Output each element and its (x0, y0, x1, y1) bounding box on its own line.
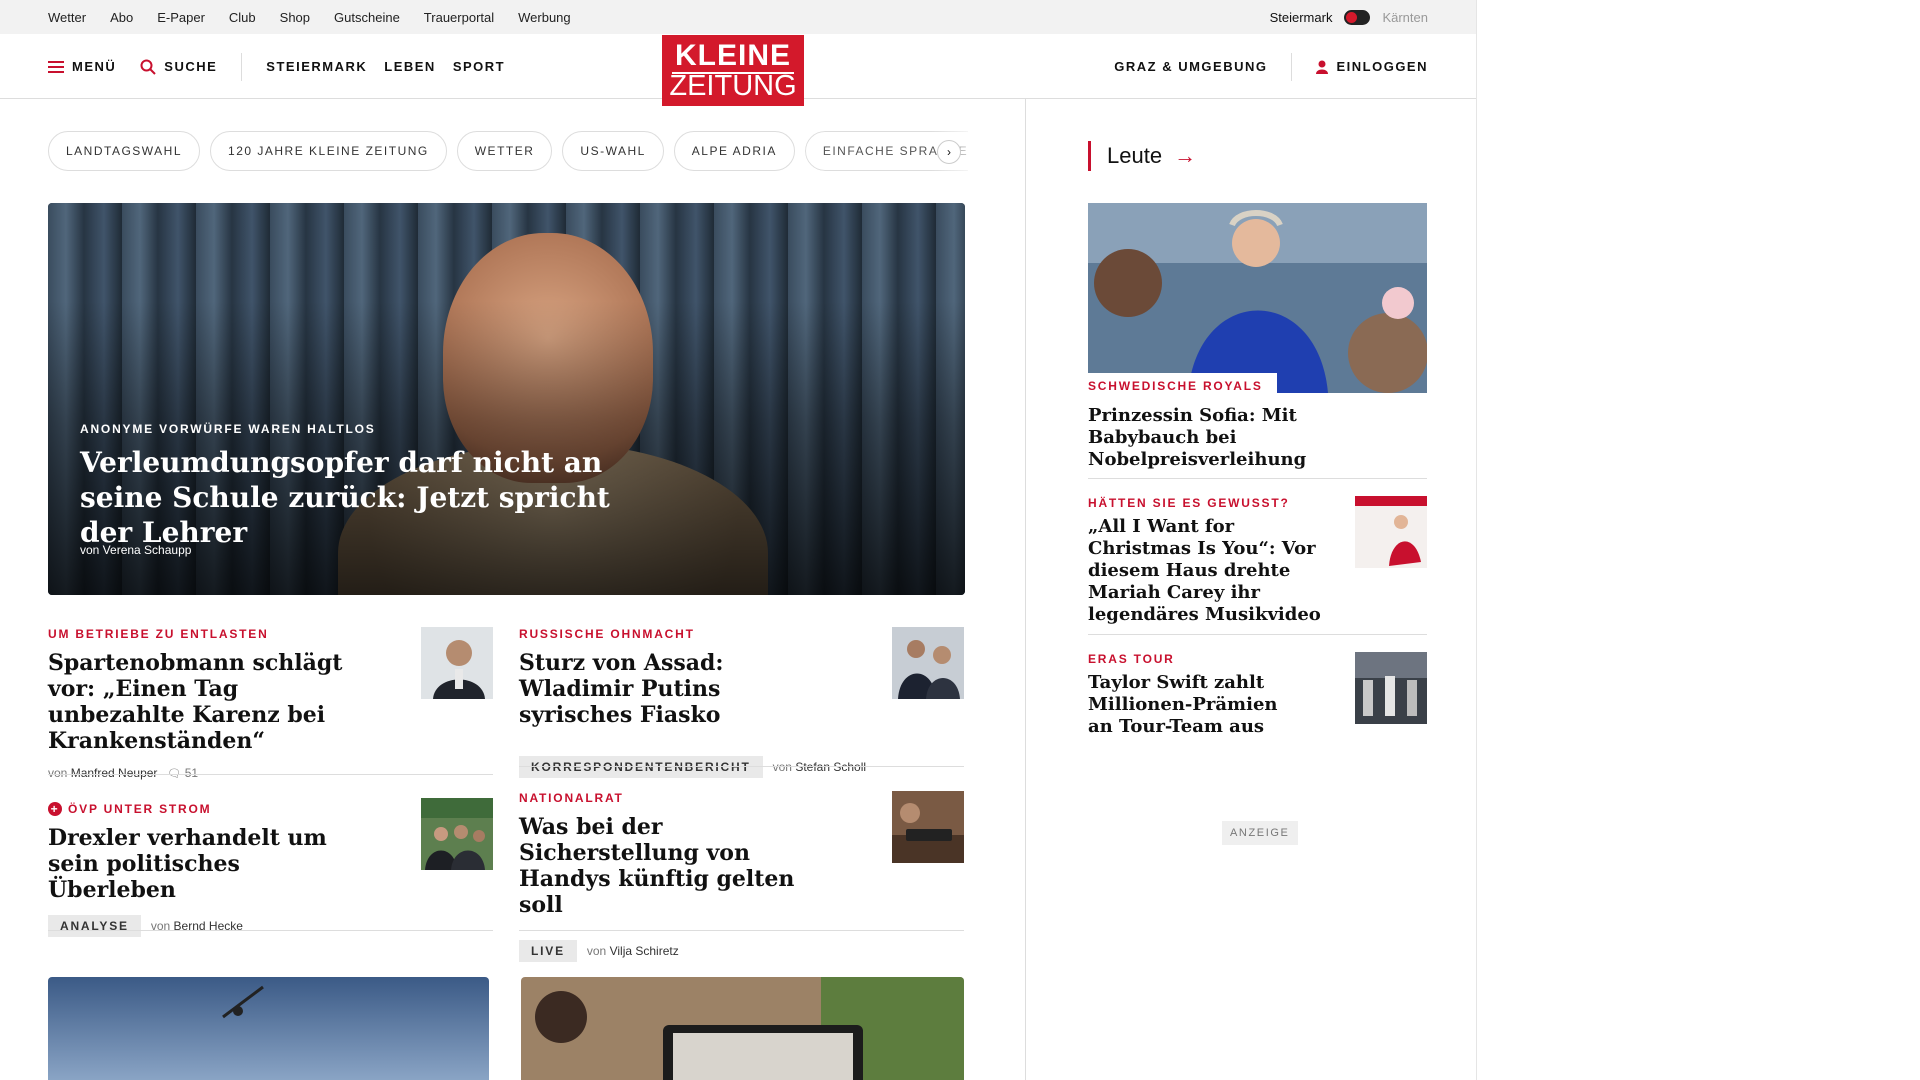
story-title[interactable]: Drexler verhandelt um sein politisches Ü… (48, 825, 348, 903)
utility-link-trauerportal[interactable]: Trauerportal (424, 10, 494, 25)
sidebar-story-title[interactable]: „All I Want for Christmas Is You“: Vor d… (1088, 516, 1338, 626)
nav-divider (241, 52, 243, 81)
column-divider (1025, 99, 1026, 1080)
nav-graz-umgebung[interactable]: GRAZ & UMGEBUNG (1114, 59, 1267, 74)
story-title[interactable]: Was bei der Sicherstellung von Handys kü… (519, 814, 819, 918)
sidebar-divider (1088, 634, 1427, 635)
tag-wetter[interactable]: WETTER (456, 131, 553, 171)
story-badge: LIVE (519, 940, 577, 962)
region-toggle[interactable] (1344, 9, 1371, 25)
story-meta: KORRESPONDENTENBERICHT von Stefan Scholl (519, 756, 964, 778)
story-author[interactable]: Stefan Scholl (795, 760, 866, 774)
story-author[interactable]: Manfred Neuper (71, 766, 158, 780)
logo-line-2: ZEITUNG (669, 70, 797, 102)
user-icon (1316, 60, 1329, 74)
utility-links: Wetter Abo E-Paper Club Shop Gutscheine … (48, 0, 571, 34)
story-meta: LIVE von Vilja Schiretz (519, 940, 964, 962)
story-card[interactable]: RUSSISCHE OHNMACHT Sturz von Assad: Wlad… (519, 627, 964, 778)
nav-sport[interactable]: SPORT (453, 59, 505, 74)
utility-link-abo[interactable]: Abo (110, 10, 133, 25)
story-von: von (48, 766, 68, 780)
teaser-image-laptop[interactable] (521, 977, 964, 1080)
nav-right: GRAZ & UMGEBUNG EINLOGGEN (1114, 34, 1428, 99)
teaser-image-ski[interactable] (48, 977, 489, 1080)
logo-rule (672, 72, 794, 74)
comment-count-value: 51 (184, 766, 199, 780)
nav-divider-right (1291, 52, 1293, 81)
tag-us-wahl[interactable]: US-WAHL (562, 131, 664, 171)
tag-120-jahre[interactable]: 120 JAHRE KLEINE ZEITUNG (210, 131, 447, 171)
story-title[interactable]: Sturz von Assad: Wladimir Putins syrisch… (519, 650, 819, 728)
story-meta: ANALYSE von Bernd Hecke (48, 915, 493, 937)
tag-landtagswahl[interactable]: LANDTAGSWAHL (48, 131, 201, 171)
story-badge: ANALYSE (48, 915, 141, 937)
story-card[interactable]: + ÖVP UNTER STROM Drexler verhandelt um s… (48, 798, 493, 937)
story-meta: von Manfred Neuper 🗨 51 (48, 766, 493, 780)
story-thumbnail[interactable] (892, 627, 964, 699)
sidebar-hero-image[interactable] (1088, 203, 1427, 393)
region-switch: Steiermark Kärnten (1270, 0, 1428, 34)
story-card[interactable]: NATIONALRAT Was bei der Sicherstellung v… (519, 791, 964, 962)
story-divider (48, 774, 493, 775)
kleine-zeitung-logo[interactable]: KLEINE ZEITUNG (662, 35, 804, 106)
story-thumbnail[interactable] (421, 627, 493, 699)
story-divider (519, 930, 964, 931)
story-author[interactable]: Vilja Schiretz (610, 944, 679, 958)
story-divider (48, 930, 493, 931)
hero-story[interactable]: ANONYME VORWÜRFE WAREN HALTLOS Verleumdu… (48, 203, 965, 595)
sidebar-title-text: Leute (1107, 143, 1163, 168)
plus-premium-icon: + (48, 802, 62, 816)
arrow-right-icon: → (1174, 143, 1197, 168)
sidebar-story-kicker: ERAS TOUR (1088, 652, 1175, 666)
topic-tags: LANDTAGSWAHL 120 JAHRE KLEINE ZEITUNG WE… (48, 131, 968, 171)
region-kaernten[interactable]: Kärnten (1382, 10, 1428, 25)
utility-link-werbung[interactable]: Werbung (518, 10, 571, 25)
login-label: EINLOGGEN (1336, 59, 1428, 74)
hero-title[interactable]: Verleumdungsopfer darf nicht an seine Sc… (80, 445, 640, 550)
search-button[interactable]: SUCHE (140, 59, 217, 75)
nav-steiermark[interactable]: STEIERMARK (266, 59, 367, 74)
sidebar-story-title[interactable]: Taylor Swift zahlt Millionen-Prämien an … (1088, 672, 1288, 738)
sidebar-story-kicker: HÄTTEN SIE ES GEWUSST? (1088, 496, 1290, 510)
sidebar-story-thumbnail[interactable] (1355, 652, 1427, 724)
nav-leben[interactable]: LEBEN (384, 59, 436, 74)
sidebar-section-title[interactable]: Leute → (1088, 141, 1196, 171)
story-von: von (772, 760, 792, 774)
story-thumbnail[interactable] (892, 791, 964, 863)
logo-line-1: KLEINE (674, 39, 791, 72)
story-title[interactable]: Spartenobmann schlägt vor: „Einen Tag un… (48, 650, 348, 754)
story-card[interactable]: UM BETRIEBE ZU ENTLASTEN Spartenobmann s… (48, 627, 493, 780)
sidebar-story-kicker: SCHWEDISCHE ROYALS (1088, 373, 1277, 397)
story-thumbnail[interactable] (421, 798, 493, 870)
sidebar-story-thumbnail[interactable] (1355, 496, 1427, 568)
utility-bar: Wetter Abo E-Paper Club Shop Gutscheine … (0, 0, 1476, 34)
comment-count[interactable]: 🗨 51 (167, 766, 198, 780)
sidebar-divider (1088, 478, 1427, 479)
sidebar-story-title[interactable]: Prinzessin Sofia: Mit Babybauch bei Nobe… (1088, 405, 1408, 471)
utility-link-club[interactable]: Club (229, 10, 256, 25)
tag-alpe-adria[interactable]: ALPE ADRIA (673, 131, 795, 171)
chevron-right-icon: › (947, 145, 951, 159)
utility-link-wetter[interactable]: Wetter (48, 10, 86, 25)
advertisement-label: ANZEIGE (1222, 821, 1298, 845)
story-badge: KORRESPONDENTENBERICHT (519, 756, 763, 778)
hero-kicker: ANONYME VORWÜRFE WAREN HALTLOS (80, 422, 376, 436)
hamburger-icon (48, 60, 64, 73)
utility-link-shop[interactable]: Shop (280, 10, 310, 25)
story-von: von (586, 944, 607, 958)
login-button[interactable]: EINLOGGEN (1316, 59, 1428, 74)
story-divider (519, 766, 964, 767)
search-label: SUCHE (164, 59, 218, 74)
tags-next-button[interactable]: › (937, 140, 961, 164)
story-kicker-text: ÖVP UNTER STROM (68, 802, 212, 816)
hero-byline: von Verena Schaupp (80, 543, 192, 557)
region-steiermark[interactable]: Steiermark (1270, 10, 1333, 25)
nav-left: MENÜ SUCHE STEIERMARK LEBEN SPORT (48, 34, 505, 99)
search-icon (140, 59, 156, 75)
utility-link-epaper[interactable]: E-Paper (157, 10, 205, 25)
page-edge (1476, 0, 1477, 1080)
menu-label: MENÜ (72, 59, 117, 74)
menu-button[interactable]: MENÜ (48, 59, 116, 74)
utility-link-gutscheine[interactable]: Gutscheine (334, 10, 400, 25)
